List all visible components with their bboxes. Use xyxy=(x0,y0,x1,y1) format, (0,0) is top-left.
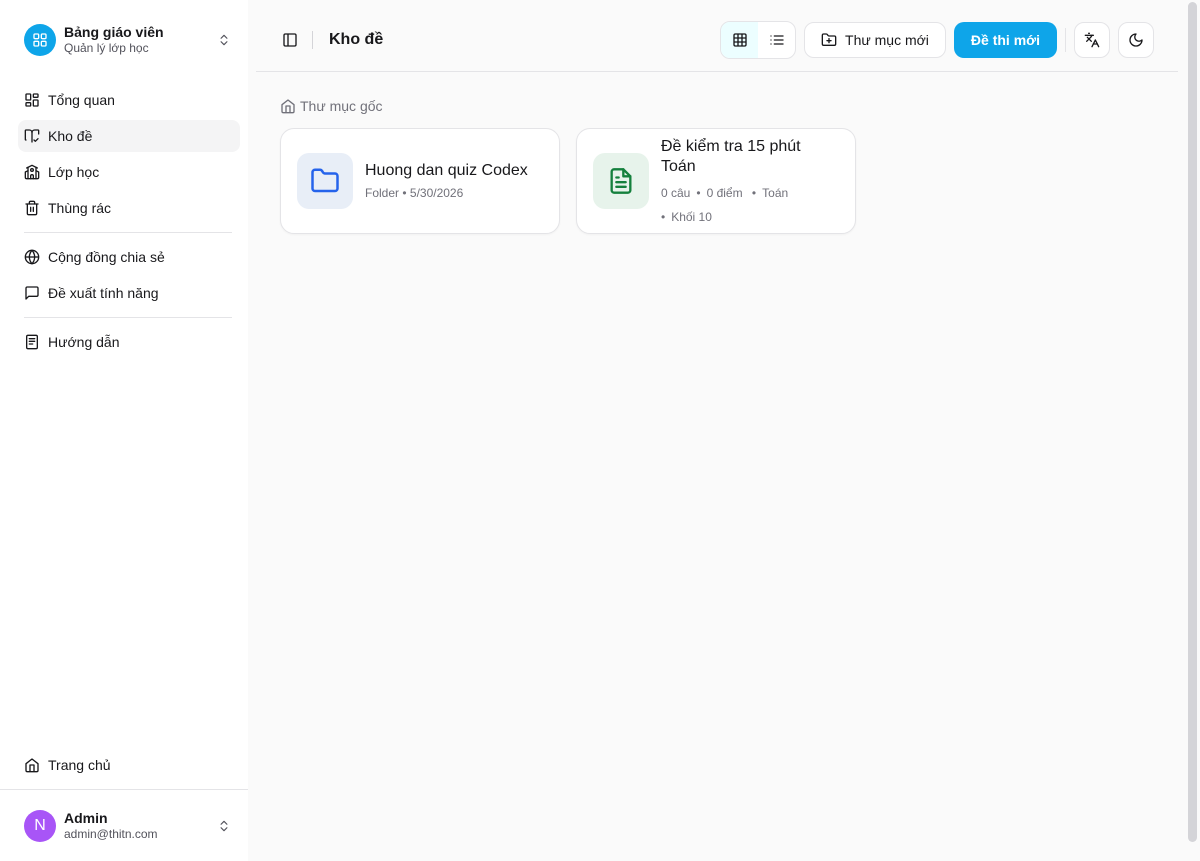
sidebar-item-thung-rac[interactable]: Thùng rác xyxy=(18,192,240,224)
sidebar-nav: Tổng quan Kho đề Lớp học Thùng rác xyxy=(0,80,248,228)
page-title: Kho đề xyxy=(329,30,384,48)
card-meta: 0 câu • 0 điểm • Toán xyxy=(661,186,789,200)
header-divider xyxy=(312,30,313,49)
translate-icon xyxy=(1084,32,1100,47)
user-email: admin@thitn.com xyxy=(64,826,158,841)
sidebar: Bảng giáo viên Quản lý lớp học Tổng quan… xyxy=(0,0,248,861)
home-icon xyxy=(24,757,40,773)
sidebar-item-label: Kho đề xyxy=(48,128,93,144)
sidebar-nav-bottom: Trang chủ xyxy=(0,749,248,781)
grid-icon xyxy=(732,32,747,47)
sidebar-item-huong-dan[interactable]: Hướng dẫn xyxy=(18,326,240,358)
globe-icon xyxy=(24,249,40,265)
sidebar-nav-help: Hướng dẫn xyxy=(0,322,248,362)
sidebar-item-label: Trang chủ xyxy=(48,757,111,773)
card-subject: Toán xyxy=(762,186,789,200)
grid-view-button[interactable] xyxy=(721,21,759,58)
item-grid: Huong dan quiz Codex Folder • 5/30/2026 … xyxy=(280,128,1154,234)
sidebar-item-label: Đề xuất tính năng xyxy=(48,285,159,301)
sidebar-item-label: Thùng rác xyxy=(48,200,112,216)
message-icon xyxy=(24,285,40,301)
folder-card[interactable]: Huong dan quiz Codex Folder • 5/30/2026 xyxy=(280,128,560,234)
sidebar-item-cong-dong[interactable]: Cộng đồng chia sẻ xyxy=(18,241,240,273)
brand-title: Bảng giáo viên xyxy=(64,24,164,40)
page-scrollbar[interactable] xyxy=(1188,2,1197,842)
folder-plus-icon xyxy=(821,32,837,48)
main-panel: Kho đề Thư mục mới Đề thi mới Thư mục gố… xyxy=(256,8,1178,861)
sidebar-item-tong-quan[interactable]: Tổng quan xyxy=(18,84,240,116)
breadcrumb-root: Thư mục gốc xyxy=(300,98,383,114)
content-area: Thư mục gốc Huong dan quiz Codex Folder … xyxy=(256,72,1178,258)
dashboard-icon xyxy=(24,92,40,108)
user-menu[interactable]: N Admin admin@thitn.com xyxy=(0,789,248,861)
chevrons-up-down-icon xyxy=(216,32,232,48)
user-name: Admin xyxy=(64,809,108,826)
book-check-icon xyxy=(24,128,40,144)
brand-logo-icon xyxy=(24,24,56,56)
sidebar-nav-community: Cộng đồng chia sẻ Đề xuất tính năng xyxy=(0,237,248,313)
card-kind: Folder xyxy=(365,186,400,200)
card-title: Đề kiểm tra 15 phút Toán xyxy=(661,138,801,175)
sidebar-toggle-icon[interactable] xyxy=(280,30,300,50)
sidebar-item-label: Lớp học xyxy=(48,164,100,180)
sidebar-item-de-xuat[interactable]: Đề xuất tính năng xyxy=(18,277,240,309)
sidebar-item-label: Tổng quan xyxy=(48,92,115,108)
chevrons-up-down-icon xyxy=(216,818,232,834)
sidebar-divider xyxy=(24,232,232,233)
home-icon xyxy=(280,98,296,114)
card-points: 0 điểm xyxy=(706,186,743,200)
brand-switcher[interactable]: Bảng giáo viên Quản lý lớp học xyxy=(0,0,248,80)
header-divider xyxy=(1065,27,1066,52)
sidebar-item-label: Cộng đồng chia sẻ xyxy=(48,249,165,265)
new-folder-button[interactable]: Thư mục mới xyxy=(804,21,946,58)
exam-card[interactable]: Đề kiểm tra 15 phút Toán 0 câu • 0 điểm … xyxy=(576,128,856,234)
new-exam-button[interactable]: Đề thi mới xyxy=(953,21,1057,58)
trash-icon xyxy=(24,200,40,216)
card-date: 5/30/2026 xyxy=(409,186,464,200)
sidebar-divider xyxy=(24,317,232,318)
sidebar-item-trang-chu[interactable]: Trang chủ xyxy=(18,749,240,781)
sidebar-item-lop-hoc[interactable]: Lớp học xyxy=(18,156,240,188)
list-icon xyxy=(769,34,784,45)
card-grade: Khối 10 xyxy=(671,210,712,224)
new-folder-label: Thư mục mới xyxy=(845,31,929,48)
sidebar-item-label: Hướng dẫn xyxy=(48,334,120,350)
breadcrumb[interactable]: Thư mục gốc xyxy=(280,96,1154,116)
moon-icon xyxy=(1129,32,1143,47)
card-meta-2: • Khối 10 xyxy=(661,210,712,224)
theme-toggle-button[interactable] xyxy=(1118,21,1154,58)
folder-icon xyxy=(297,153,353,209)
avatar: N xyxy=(24,809,56,842)
sidebar-item-kho-de[interactable]: Kho đề xyxy=(18,120,240,152)
card-questions: 0 câu xyxy=(661,186,691,200)
file-text-icon xyxy=(593,153,649,209)
list-view-button[interactable] xyxy=(758,22,795,58)
notebook-icon xyxy=(24,334,40,350)
brand-subtitle: Quản lý lớp học xyxy=(64,41,149,55)
topbar: Kho đề Thư mục mới Đề thi mới xyxy=(256,8,1178,72)
view-toggle xyxy=(720,20,797,59)
school-icon xyxy=(24,164,40,180)
card-title: Huong dan quiz Codex xyxy=(365,162,528,179)
card-meta: Folder • 5/30/2026 xyxy=(365,186,464,200)
language-button[interactable] xyxy=(1074,21,1110,58)
